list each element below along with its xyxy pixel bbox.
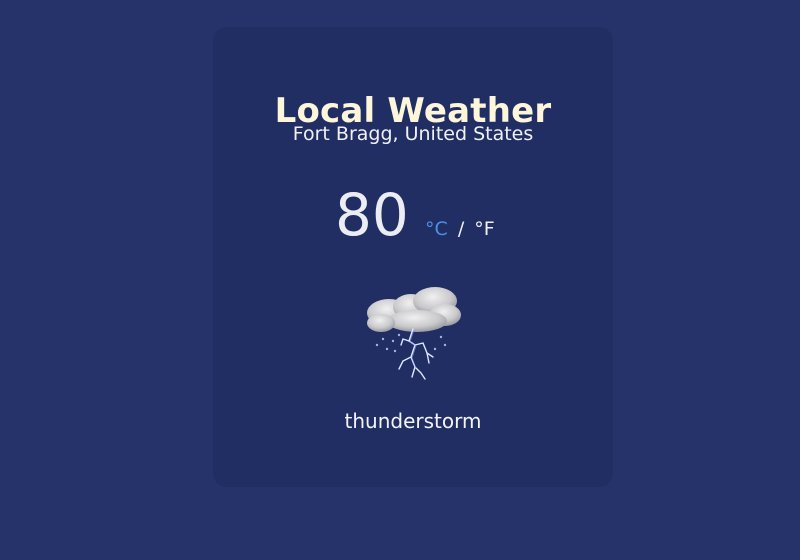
unit-toggle: °C / °F [425, 217, 495, 241]
location-label: Fort Bragg, United States [292, 123, 534, 145]
thunderstorm-icon [359, 283, 467, 383]
celsius-toggle[interactable]: °C [425, 218, 448, 240]
weather-card: Local Weather Fort Bragg, United States … [213, 27, 613, 487]
weather-condition: thunderstorm [344, 409, 482, 433]
fahrenheit-toggle[interactable]: °F [474, 218, 494, 240]
temperature-row: 80 °C / °F [213, 183, 613, 253]
unit-separator: / [457, 218, 465, 240]
temperature-value: 80 [335, 181, 409, 249]
